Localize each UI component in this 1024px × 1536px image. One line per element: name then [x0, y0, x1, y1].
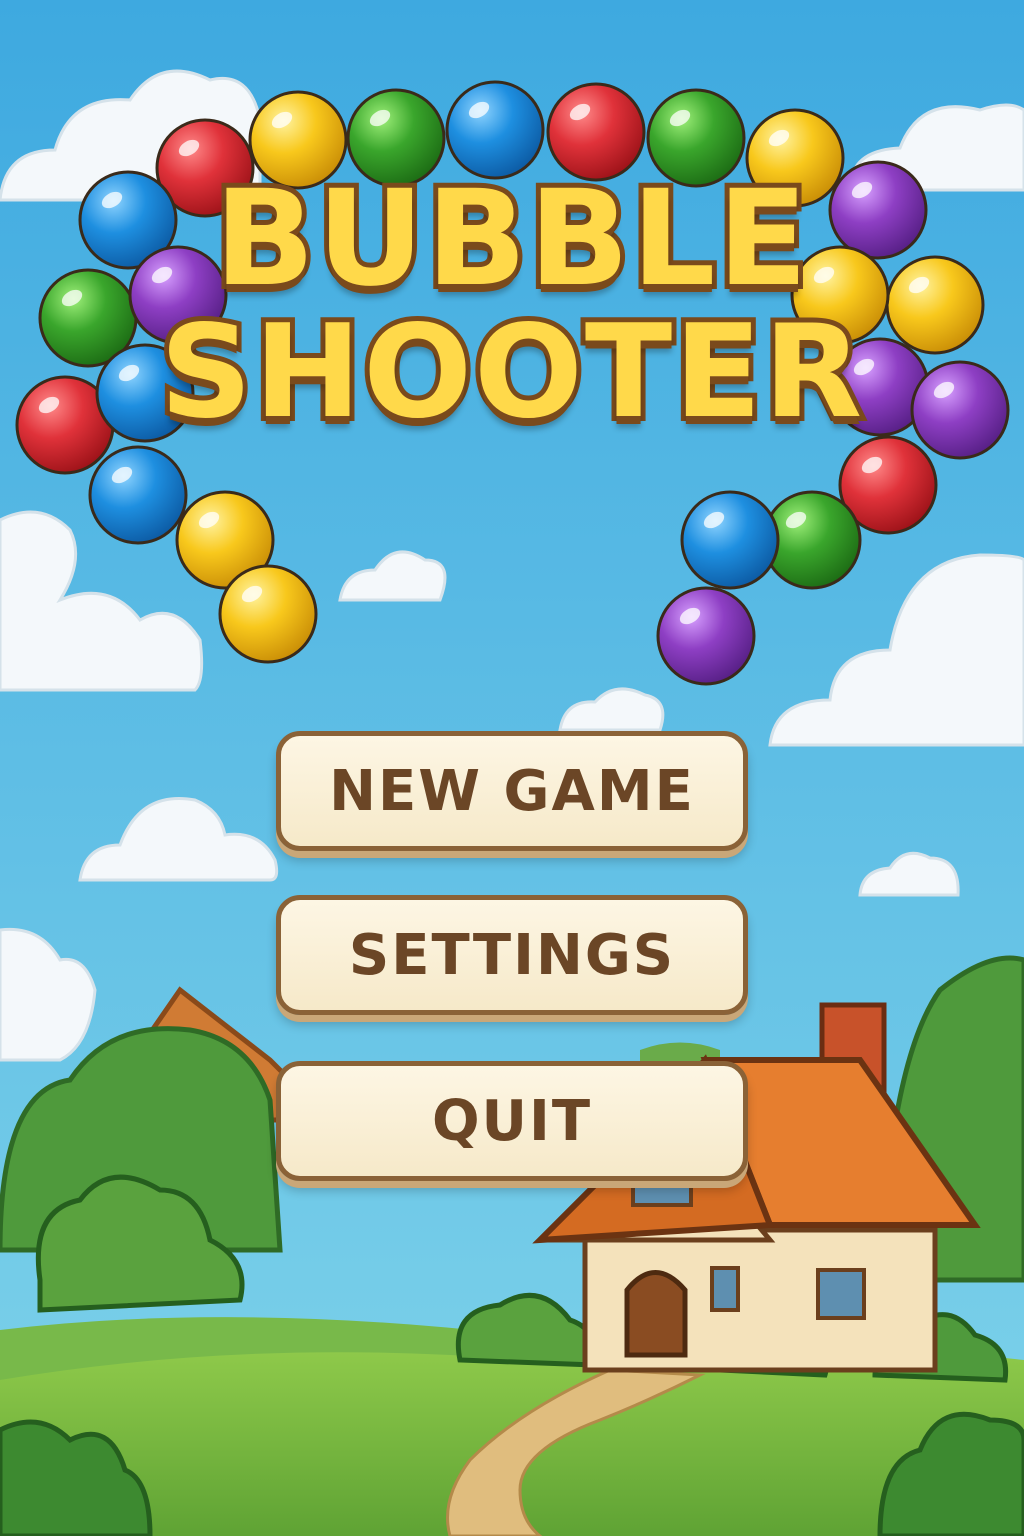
new-game-button[interactable]: NEW GAME	[276, 731, 748, 851]
window	[631, 1183, 693, 1207]
new-game-label: NEW GAME	[329, 758, 695, 824]
quit-label: QUIT	[431, 1088, 593, 1154]
window	[710, 1266, 740, 1312]
game-title: BUBBLE SHOOTER	[0, 162, 1024, 447]
window	[816, 1268, 866, 1320]
purple-bubble	[656, 586, 756, 686]
settings-label: SETTINGS	[348, 922, 676, 988]
title-line-1: BUBBLE	[209, 162, 812, 316]
yellow-bubble	[218, 564, 318, 664]
door	[624, 1270, 688, 1358]
settings-button[interactable]: SETTINGS	[276, 895, 748, 1015]
title-line-2: SHOOTER	[155, 298, 867, 447]
quit-button[interactable]: QUIT	[276, 1061, 748, 1181]
blue-bubble	[88, 445, 188, 545]
blue-bubble	[680, 490, 780, 590]
